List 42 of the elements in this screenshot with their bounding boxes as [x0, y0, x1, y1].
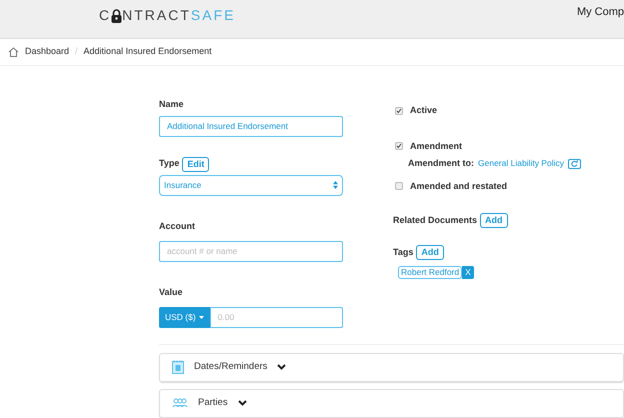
checkbox[interactable] — [395, 182, 403, 190]
policy-link[interactable]: General Liability Policy — [478, 157, 564, 170]
field-label: Value — [159, 286, 183, 296]
breadcrumb-item[interactable]: Dashboard — [25, 45, 70, 59]
field-label: Amendment to: — [408, 157, 474, 170]
field-label: Active — [410, 104, 438, 117]
checkbox[interactable] — [395, 106, 403, 115]
field-label: Amended and restated — [410, 180, 508, 192]
account-menu[interactable]: My Comp — [576, 4, 624, 20]
value-field[interactable]: 0.00 — [210, 306, 343, 328]
section-title: Dates/Reminders — [194, 360, 268, 374]
add-button[interactable]: Add — [480, 213, 508, 228]
account-field[interactable]: account # or name — [159, 240, 343, 262]
field-label: Tags — [393, 246, 414, 259]
breadcrumb-separator: / — [75, 45, 78, 58]
currency-dropdown[interactable]: USD ($) — [159, 306, 210, 328]
field-label: Type — [159, 157, 180, 170]
chevron-down-icon[interactable] — [238, 400, 247, 406]
chevron-down-icon[interactable] — [277, 364, 286, 370]
remove-tag-button[interactable]: X — [462, 266, 474, 279]
caret-icon — [198, 316, 204, 318]
breadcrumb-item: Additional Insured Endorsement — [84, 45, 212, 58]
edit-button[interactable]: Edit — [182, 156, 210, 172]
section-panel[interactable]: Dates/Reminders — [159, 352, 624, 382]
checkbox[interactable] — [395, 142, 403, 150]
calendar-icon — [172, 360, 184, 374]
padlock-icon — [111, 8, 122, 22]
section-panel[interactable]: Parties — [159, 388, 624, 418]
people-icon — [172, 398, 188, 408]
tag: Robert Redford — [398, 266, 462, 279]
logo[interactable]: C NTRACTSAFE — [99, 5, 236, 26]
section-title: Parties — [198, 396, 228, 410]
add-button[interactable]: Add — [416, 245, 444, 260]
type-select[interactable]: Insurance — [159, 174, 343, 196]
home-icon — [8, 47, 19, 57]
field-label: Related Documents — [393, 214, 478, 227]
field-label: Account — [159, 220, 195, 230]
sort-arrows-icon — [333, 181, 338, 189]
name-field[interactable]: Additional Insured Endorsement — [159, 116, 343, 136]
field-label: Name — [159, 98, 185, 111]
refresh-icon[interactable] — [568, 158, 581, 169]
field-label: Amendment — [410, 140, 462, 152]
